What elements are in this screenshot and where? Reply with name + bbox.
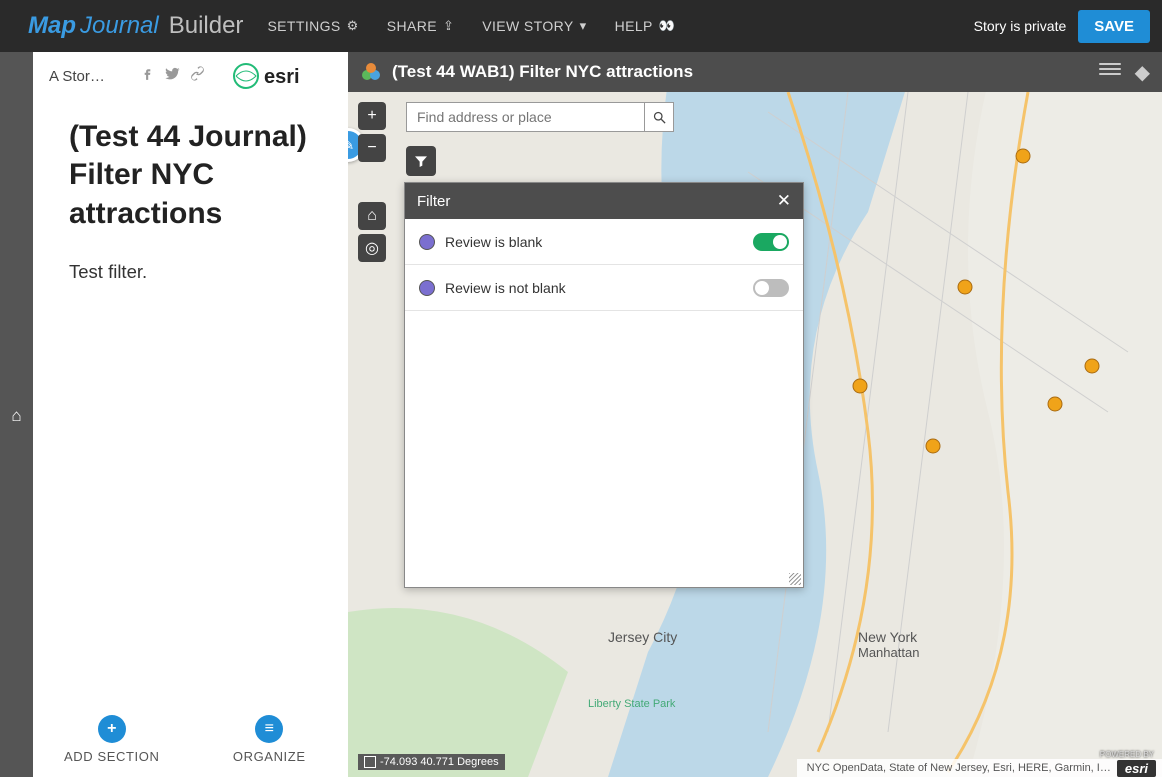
filter-widget-button[interactable] (406, 146, 436, 176)
filter-panel-title: Filter (417, 193, 450, 210)
twitter-icon[interactable] (164, 65, 181, 87)
plus-icon: + (98, 715, 126, 743)
list-icon: ≡ (255, 715, 283, 743)
map-controls: + − ⌂ ◎ (358, 102, 386, 262)
link-icon[interactable] (189, 65, 206, 87)
close-icon[interactable]: ✕ (777, 191, 791, 211)
share-icon: ⇪ (443, 18, 454, 34)
app-logo-icon (360, 61, 382, 83)
home-icon[interactable]: ⌂ (11, 406, 21, 426)
filter-panel-header: Filter ✕ (405, 183, 803, 219)
story-short-title: A Stor… (49, 68, 131, 85)
privacy-status[interactable]: Story is private (974, 18, 1067, 34)
layer-symbol-icon (419, 234, 435, 250)
layer-symbol-icon (419, 280, 435, 296)
svg-text:esri: esri (264, 66, 300, 88)
left-rail: ⌂ (0, 52, 33, 777)
chevron-down-icon: ▾ (580, 18, 587, 34)
filter-panel: Filter ✕ Review is blank Review is not b… (404, 182, 804, 588)
esri-watermark: esri (1117, 760, 1156, 777)
esri-logo: esri (232, 61, 332, 91)
logo-journal: Journal (80, 12, 159, 40)
search-icon (652, 110, 667, 125)
binoculars-icon: 👀 (659, 18, 676, 34)
search-input[interactable] (406, 102, 644, 132)
top-nav: SETTINGS⚙ SHARE⇪ VIEW STORY▾ HELP👀 (267, 18, 675, 34)
layers-icon[interactable]: ◆ (1135, 60, 1150, 85)
zoom-in-button[interactable]: + (358, 102, 386, 130)
map-attribution: NYC OpenData, State of New Jersey, Esri,… (797, 759, 1162, 777)
search-bar (406, 102, 674, 132)
nav-view-story[interactable]: VIEW STORY▾ (482, 18, 586, 34)
svg-text:Manhattan: Manhattan (858, 645, 919, 660)
gear-icon: ⚙ (347, 18, 359, 34)
side-panel-footer: + ADD SECTION ≡ ORGANIZE (33, 701, 348, 777)
side-panel-header: A Stor… esri (33, 52, 348, 100)
map-area[interactable]: Jersey City New York Manhattan Liberty S… (348, 52, 1162, 777)
section-title: (Test 44 Journal) Filter NYC attractions (33, 100, 348, 233)
filter-row: Review is blank (405, 219, 803, 265)
zoom-out-button[interactable]: − (358, 134, 386, 162)
map-title-bar: (Test 44 WAB1) Filter NYC attractions ◆ (348, 52, 1162, 92)
facebook-icon[interactable] (139, 65, 156, 87)
filter-label: Review is blank (445, 234, 743, 250)
map-title: (Test 44 WAB1) Filter NYC attractions (392, 62, 693, 82)
section-body: Test filter. (33, 233, 348, 283)
builder-topbar: Map Journal Builder SETTINGS⚙ SHARE⇪ VIE… (0, 0, 1162, 52)
side-panel: A Stor… esri (Test 44 Journal) Filter NY… (33, 52, 348, 777)
coordinate-display[interactable]: -74.093 40.771 Degrees (358, 754, 505, 770)
legend-icon[interactable] (1099, 60, 1121, 76)
svg-text:New York: New York (858, 629, 918, 645)
resize-handle[interactable] (789, 573, 801, 585)
save-button[interactable]: SAVE (1078, 10, 1150, 43)
powered-by-label: POWERED BY (1100, 750, 1154, 759)
nav-settings[interactable]: SETTINGS⚙ (267, 18, 358, 34)
logo-map: Map (28, 12, 76, 40)
nav-help[interactable]: HELP👀 (615, 18, 676, 34)
filter-toggle[interactable] (753, 233, 789, 251)
filter-toggle[interactable] (753, 279, 789, 297)
home-extent-button[interactable]: ⌂ (358, 202, 386, 230)
add-section-button[interactable]: + ADD SECTION (33, 701, 191, 777)
nav-share[interactable]: SHARE⇪ (387, 18, 455, 34)
organize-button[interactable]: ≡ ORGANIZE (191, 701, 349, 777)
svg-text:Liberty State Park: Liberty State Park (588, 698, 676, 710)
svg-text:Jersey City: Jersey City (608, 629, 677, 645)
locate-button[interactable]: ◎ (358, 234, 386, 262)
filter-row: Review is not blank (405, 265, 803, 311)
crosshair-icon (364, 756, 376, 768)
filter-label: Review is not blank (445, 280, 743, 296)
logo-builder: Builder (169, 12, 244, 40)
search-button[interactable] (644, 102, 674, 132)
